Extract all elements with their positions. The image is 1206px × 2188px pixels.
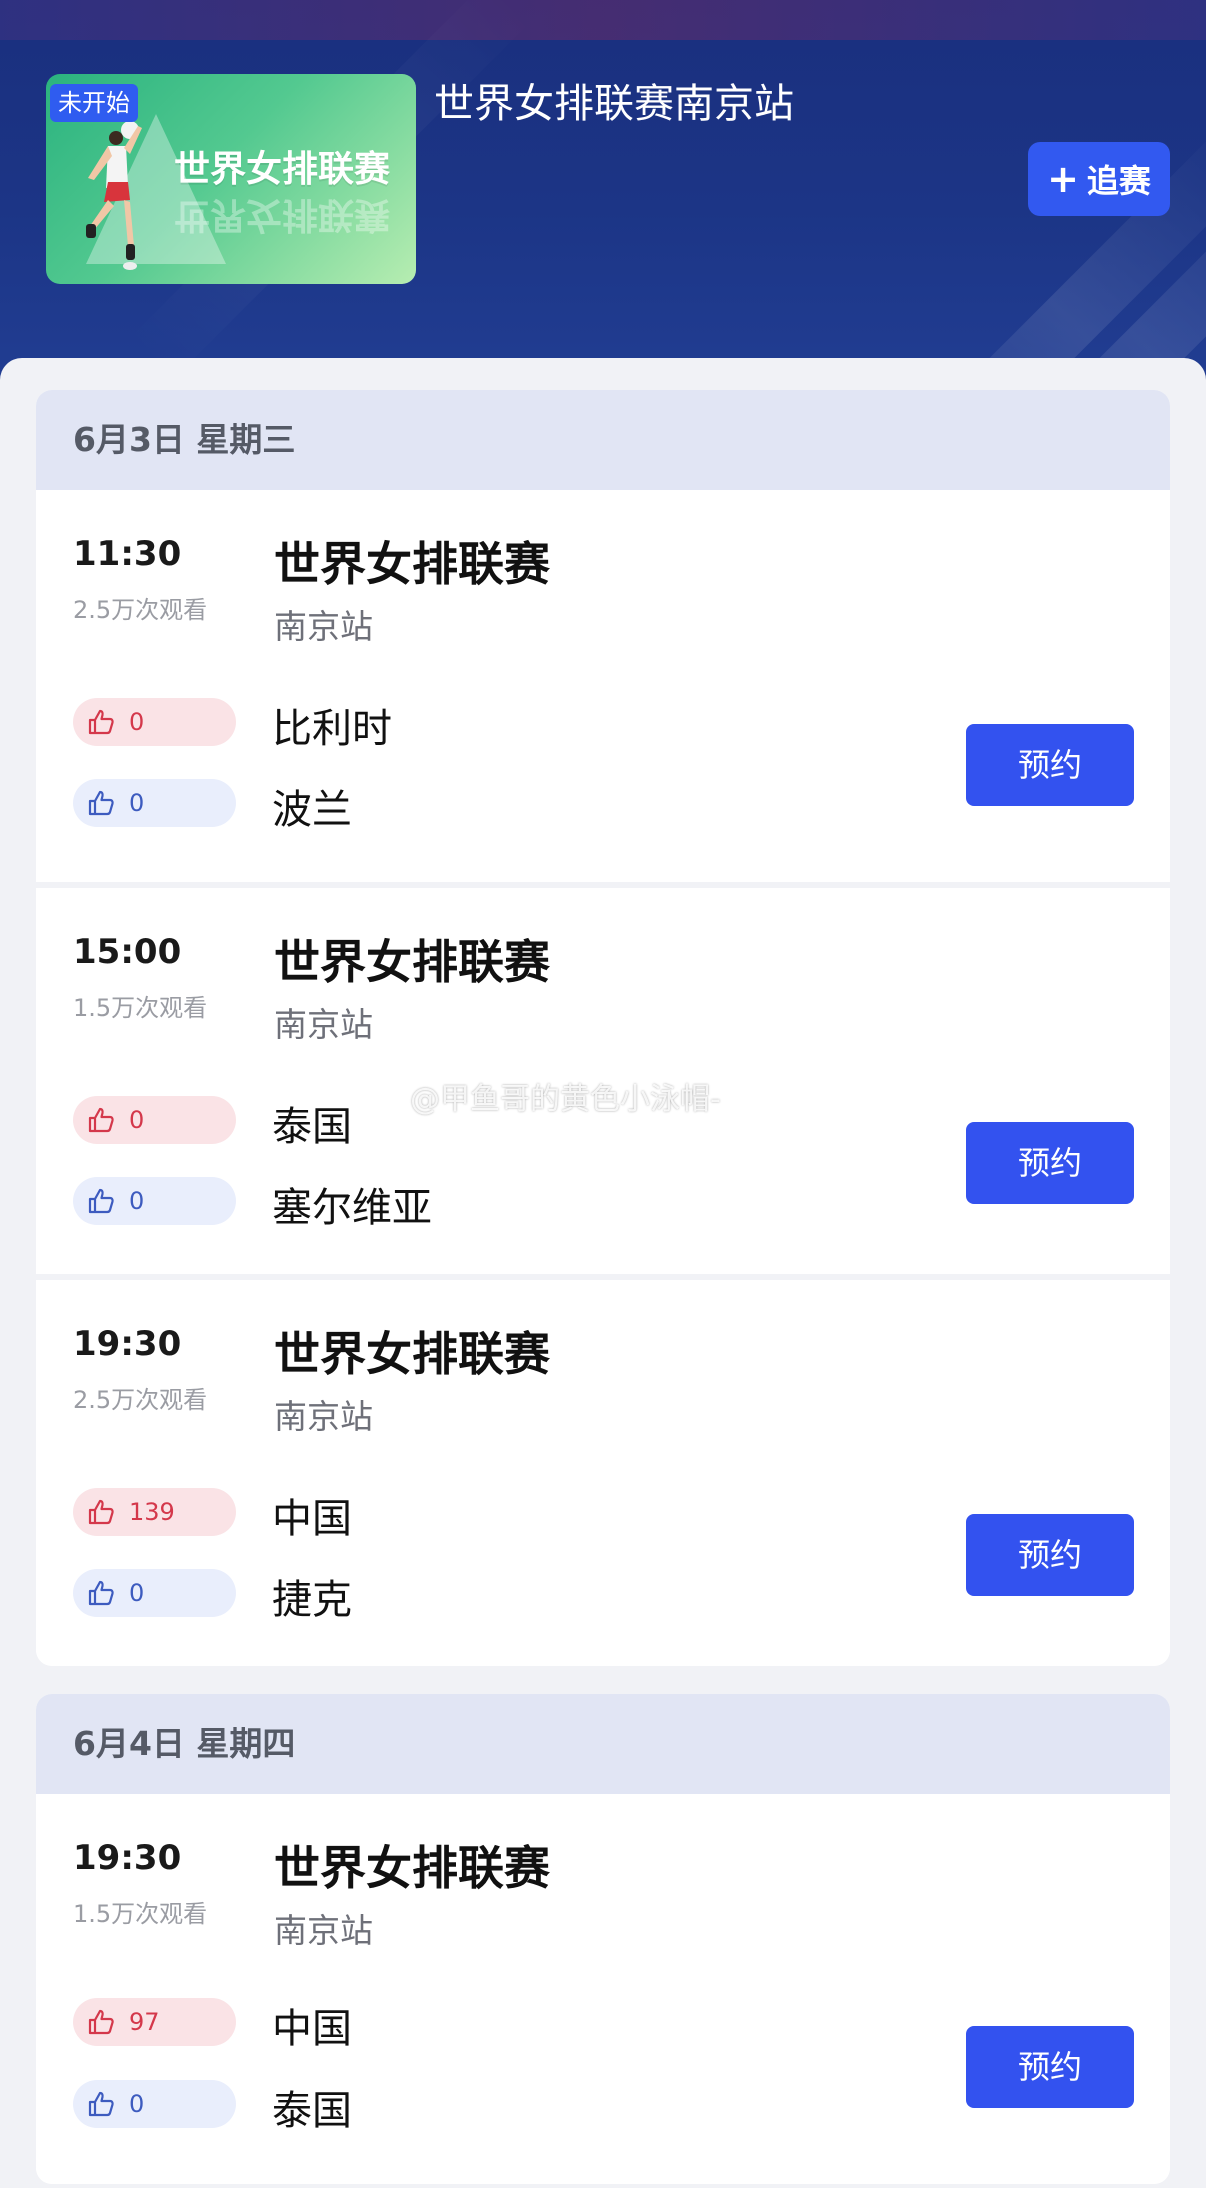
team2-name: 塞尔维亚	[272, 1185, 432, 1231]
like-count: 0	[129, 1106, 145, 1134]
day-header: 6月3日 星期三	[36, 390, 1170, 490]
like-count: 0	[129, 789, 145, 817]
match-time: 19:30	[73, 1324, 182, 1364]
match-item[interactable]: 19:30 1.5万次观看 世界女排联赛 南京站 97 0 中国 泰国 预约	[36, 1794, 1170, 2184]
match-item[interactable]: 11:30 2.5万次观看 世界女排联赛 南京站 0 0 比利时 波兰 预约	[36, 490, 1170, 882]
match-time: 11:30	[73, 534, 182, 574]
match-subtitle: 南京站	[274, 607, 373, 646]
thumbs-up-icon	[88, 1188, 114, 1214]
team2-like-button[interactable]: 0	[73, 779, 236, 827]
cover-title: 世界女排联赛	[174, 149, 391, 190]
event-header: 世界女排联赛 世界女排联赛 未开始 世界女排联赛南京站 + 追赛	[0, 0, 1206, 380]
match-title: 世界女排联赛	[274, 537, 550, 591]
match-subtitle: 南京站	[274, 1397, 373, 1436]
team2-like-button[interactable]: 0	[73, 1177, 236, 1225]
team2-like-button[interactable]: 0	[73, 2080, 236, 2128]
team2-name: 捷克	[272, 1577, 352, 1623]
thumbs-up-icon	[88, 1107, 114, 1133]
match-views: 1.5万次观看	[73, 1900, 208, 1928]
thumbs-up-icon	[88, 2009, 114, 2035]
team1-name: 泰国	[272, 1104, 352, 1150]
day-card: 6月4日 星期四 19:30 1.5万次观看 世界女排联赛 南京站 97 0 中…	[36, 1694, 1170, 2184]
match-title: 世界女排联赛	[274, 1327, 550, 1381]
plus-icon: +	[1047, 157, 1079, 201]
thumbs-up-icon	[88, 790, 114, 816]
watermark: @甲鱼哥的黄色小泳帽-	[410, 1082, 721, 1117]
like-count: 139	[129, 1498, 175, 1526]
cover-title-reflection: 世界女排联赛	[174, 194, 391, 235]
thumbs-up-icon	[88, 2091, 114, 2117]
follow-label: 追赛	[1086, 162, 1151, 200]
team1-name: 中国	[272, 2006, 352, 2052]
match-title: 世界女排联赛	[274, 935, 550, 989]
thumbs-up-icon	[88, 709, 114, 735]
team1-like-button[interactable]: 139	[73, 1488, 236, 1536]
like-count: 0	[129, 1579, 145, 1607]
match-time: 19:30	[73, 1838, 182, 1878]
team1-name: 比利时	[272, 706, 392, 752]
match-time: 15:00	[73, 932, 182, 972]
team1-name: 中国	[272, 1496, 352, 1542]
team2-name: 波兰	[272, 787, 352, 833]
thumbs-up-icon	[88, 1499, 114, 1525]
match-item[interactable]: 19:30 2.5万次观看 世界女排联赛 南京站 139 0 中国 捷克 预约	[36, 1274, 1170, 1666]
reserve-button[interactable]: 预约	[966, 2026, 1134, 2108]
event-title: 世界女排联赛南京站	[434, 81, 794, 127]
like-count: 0	[129, 2090, 145, 2118]
team1-like-button[interactable]: 0	[73, 1096, 236, 1144]
volleyball-player-illustration	[86, 121, 142, 270]
status-badge: 未开始	[50, 84, 138, 122]
match-subtitle: 南京站	[274, 1911, 373, 1950]
match-subtitle: 南京站	[274, 1005, 373, 1044]
team2-name: 泰国	[272, 2088, 352, 2134]
match-views: 1.5万次观看	[73, 994, 208, 1022]
team1-like-button[interactable]: 97	[73, 1998, 236, 2046]
team1-like-button[interactable]: 0	[73, 698, 236, 746]
match-views: 2.5万次观看	[73, 596, 208, 624]
reserve-button[interactable]: 预约	[966, 1514, 1134, 1596]
like-count: 0	[129, 708, 145, 736]
match-title: 世界女排联赛	[274, 1841, 550, 1895]
like-count: 0	[129, 1187, 145, 1215]
match-views: 2.5万次观看	[73, 1386, 208, 1414]
thumbs-up-icon	[88, 1580, 114, 1606]
follow-button[interactable]: + 追赛	[1028, 142, 1170, 216]
team2-like-button[interactable]: 0	[73, 1569, 236, 1617]
header-glow	[0, 0, 1206, 40]
reserve-button[interactable]: 预约	[966, 1122, 1134, 1204]
reserve-button[interactable]: 预约	[966, 724, 1134, 806]
day-card: 6月3日 星期三 11:30 2.5万次观看 世界女排联赛 南京站 0 0 比利…	[36, 390, 1170, 1666]
day-header: 6月4日 星期四	[36, 1694, 1170, 1794]
like-count: 97	[129, 2008, 160, 2036]
